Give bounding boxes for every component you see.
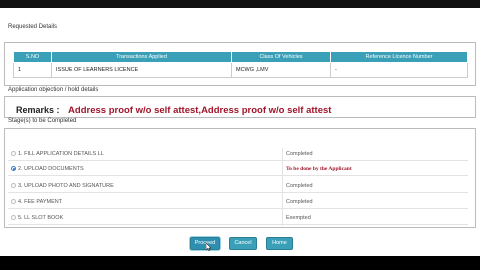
stage-status-pending: To be done by the Applicant [286, 166, 352, 172]
proceed-button[interactable]: Proceed [190, 237, 220, 250]
cell-class: MCWG ,LMV [231, 62, 331, 78]
stage-status: Completed [286, 151, 313, 157]
mouse-pointer-icon [206, 243, 212, 251]
col-class-of-vehicles: Class Of Vehicles [231, 51, 331, 63]
cancel-button[interactable]: Cancel [229, 237, 257, 250]
stage-row-fee-payment[interactable]: 4. FEE PAYMENT Completed [8, 196, 468, 209]
remarks-label: Remarks : [16, 105, 60, 115]
requested-details-title: Requested Details [8, 24, 58, 30]
stages-title: Stage(s) to be Completed [8, 118, 77, 124]
cell-reference: - [330, 62, 468, 78]
stage-label: 4. FEE PAYMENT [18, 199, 63, 205]
stage-row-upload-documents[interactable]: 2. UPLOAD DOCUMENTS To be done by the Ap… [8, 163, 468, 176]
radio-icon[interactable] [11, 215, 16, 220]
stage-label: 3. UPLOAD PHOTO AND SIGNATURE [18, 183, 114, 189]
cell-sno: 1 [13, 62, 52, 78]
stage-status: Completed [286, 183, 313, 189]
remarks: Remarks : Address proof w/o self attest,… [16, 105, 331, 116]
col-sno: S.NO [13, 51, 52, 63]
stage-status: Completed [286, 199, 313, 205]
objection-title: Application objection / hold details [8, 87, 99, 93]
requested-table: S.NO Transactions Applied Class Of Vehic… [13, 51, 468, 78]
stage-row-upload-photo[interactable]: 3. UPLOAD PHOTO AND SIGNATURE Completed [8, 180, 468, 193]
radio-icon[interactable] [11, 199, 16, 204]
radio-selected-icon[interactable] [11, 166, 16, 171]
radio-icon[interactable] [11, 183, 16, 188]
stage-row-fill-application[interactable]: 1. FILL APPLICATION DETAILS LL Completed [8, 148, 468, 161]
stage-label: 5. LL SLOT BOOK [18, 215, 64, 221]
stage-label: 1. FILL APPLICATION DETAILS LL [18, 151, 104, 157]
col-transactions: Transactions Applied [51, 51, 232, 63]
remarks-value: Address proof w/o self attest,Address pr… [68, 105, 332, 116]
cell-transaction: ISSUE OF LEARNERS LICENCE [51, 62, 232, 78]
stage-row-ll-slot-book[interactable]: 5. LL SLOT BOOK Exempted [8, 212, 468, 225]
stage-status: Exempted [286, 215, 311, 221]
home-button[interactable]: Home [266, 237, 293, 250]
radio-icon[interactable] [11, 151, 16, 156]
page: Requested Details S.NO Transactions Appl… [0, 0, 480, 256]
col-reference-licence: Reference Licence Number [330, 51, 468, 63]
stage-label: 2. UPLOAD DOCUMENTS [18, 166, 84, 172]
table-row: 1 ISSUE OF LEARNERS LICENCE MCWG ,LMV - [13, 62, 468, 78]
